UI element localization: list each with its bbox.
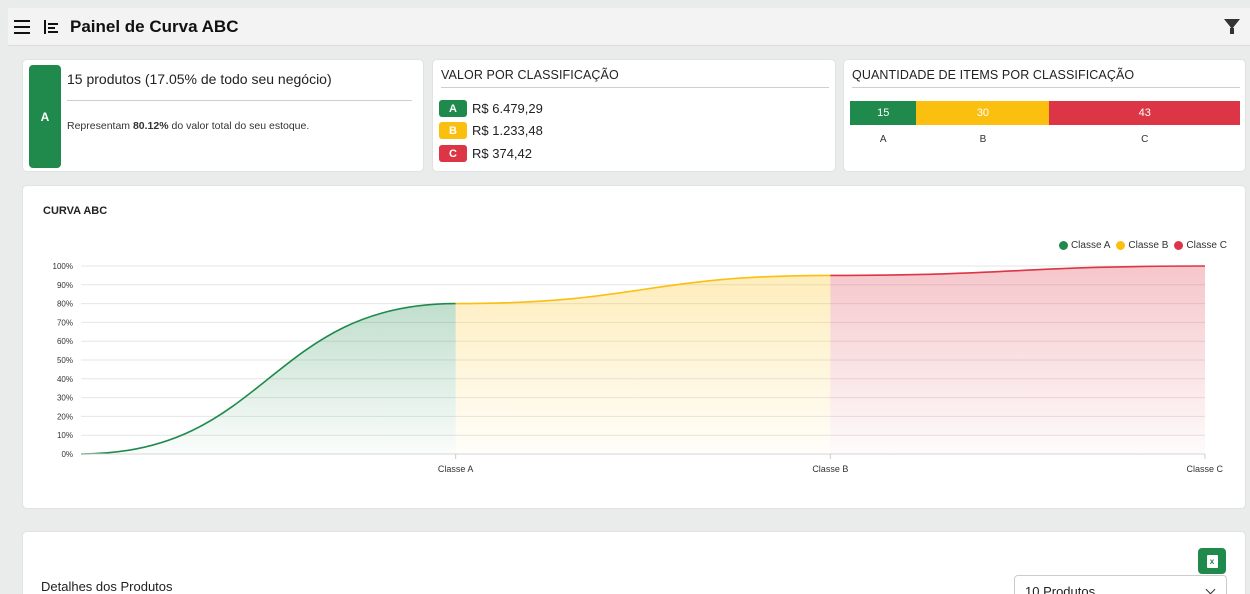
hamburger-icon[interactable] — [14, 19, 30, 34]
legend-label: Classe A — [1070, 240, 1111, 251]
x-tick-label: Classe A — [438, 464, 474, 474]
class-a-summary-card: A 15 produtos (17.05% de todo seu negóci… — [22, 59, 424, 172]
y-tick-label: 70% — [57, 318, 73, 327]
list-chart-icon — [44, 19, 58, 34]
divider — [852, 87, 1240, 88]
value-row-b: B R$ 1.233,48 — [439, 122, 543, 139]
chart-legend: Classe A Classe B Classe C — [1053, 240, 1227, 251]
x-tick-label: Classe B — [812, 464, 848, 474]
products-per-page-select[interactable]: 10 Produtos — [1014, 575, 1227, 594]
export-excel-button[interactable]: x — [1198, 548, 1226, 574]
card-heading: VALOR POR CLASSIFICAÇÃO — [441, 68, 619, 82]
card-heading: QUANTIDADE DE ITEMS POR CLASSIFICAÇÃO — [852, 68, 1135, 82]
product-details-card: x Detalhes dos Produtos 10 Produtos — [22, 531, 1246, 594]
legend-dot — [1058, 241, 1068, 250]
value-text: R$ 1.233,48 — [472, 123, 543, 138]
abc-curve-chart-card: 0% 10% 20% 30% 40% 50% 60% 70% 80% 90% 100% Classe … — [22, 185, 1246, 509]
y-tick-label: 60% — [57, 337, 73, 346]
legend-dot — [1174, 241, 1184, 250]
quantity-label-c: C — [1141, 134, 1149, 145]
quantity-segment-a: 15 — [850, 101, 917, 125]
quantity-label-a: A — [879, 134, 887, 145]
legend-label: Classe C — [1186, 240, 1227, 251]
divider — [67, 100, 412, 101]
y-tick-label: 20% — [57, 412, 73, 421]
x-tick-label: Classe C — [1186, 464, 1223, 474]
quantity-label-b: B — [979, 134, 987, 145]
quantity-segment-b: 30 — [916, 101, 1050, 125]
y-tick-label: 30% — [57, 394, 73, 403]
top-bar: Painel de Curva ABC — [8, 8, 1250, 46]
value-by-class-card: VALOR POR CLASSIFICAÇÃO A R$ 6.479,29 B … — [432, 59, 836, 172]
class-badge: A — [439, 100, 467, 117]
legend-dot — [1116, 241, 1126, 250]
legend-item[interactable]: Classe B — [1116, 240, 1168, 251]
filter-icon[interactable] — [1224, 19, 1240, 34]
y-tick-label: 50% — [57, 356, 73, 365]
summary-percentage: 80.12% — [132, 120, 169, 132]
value-row-c: C R$ 374,42 — [439, 145, 532, 162]
summary-description: Representam 80.12% do valor total do seu… — [67, 120, 310, 132]
abc-curve-chart: 0% 10% 20% 30% 40% 50% 60% 70% 80% 90% 100% Classe … — [53, 262, 1224, 474]
chart-title: CURVA ABC — [43, 205, 108, 217]
y-tick-label: 80% — [57, 300, 73, 309]
y-tick-label: 10% — [57, 431, 73, 440]
y-tick-label: 90% — [57, 281, 73, 290]
chevron-down-icon — [1205, 584, 1216, 594]
y-tick-label: 100% — [53, 262, 73, 271]
value-text: R$ 6.479,29 — [472, 101, 543, 116]
page-title: Painel de Curva ABC — [70, 16, 239, 36]
quantity-segment-c: 43 — [1049, 101, 1240, 125]
quantity-stacked-bar: 15 30 43 — [850, 101, 1240, 125]
y-tick-label: 0% — [61, 450, 73, 459]
y-tick-label: 40% — [57, 375, 73, 384]
divider — [441, 87, 829, 88]
class-badge: B — [439, 122, 467, 139]
legend-item[interactable]: Classe A — [1058, 240, 1111, 251]
value-row-a: A R$ 6.479,29 — [439, 100, 543, 117]
series-area-classe-c — [830, 266, 1205, 454]
value-text: R$ 374,42 — [472, 146, 532, 161]
class-a-badge: A — [29, 65, 61, 168]
legend-item[interactable]: Classe C — [1174, 240, 1227, 251]
select-value: 10 Produtos — [1025, 584, 1096, 594]
excel-export-icon: x — [1206, 554, 1218, 568]
quantity-by-class-card: QUANTIDADE DE ITEMS POR CLASSIFICAÇÃO 15… — [843, 59, 1246, 172]
class-badge: C — [439, 145, 467, 162]
details-title: Detalhes dos Produtos — [41, 579, 173, 594]
summary-title: 15 produtos (17.05% de todo seu negócio) — [67, 71, 332, 87]
legend-label: Classe B — [1128, 240, 1169, 251]
